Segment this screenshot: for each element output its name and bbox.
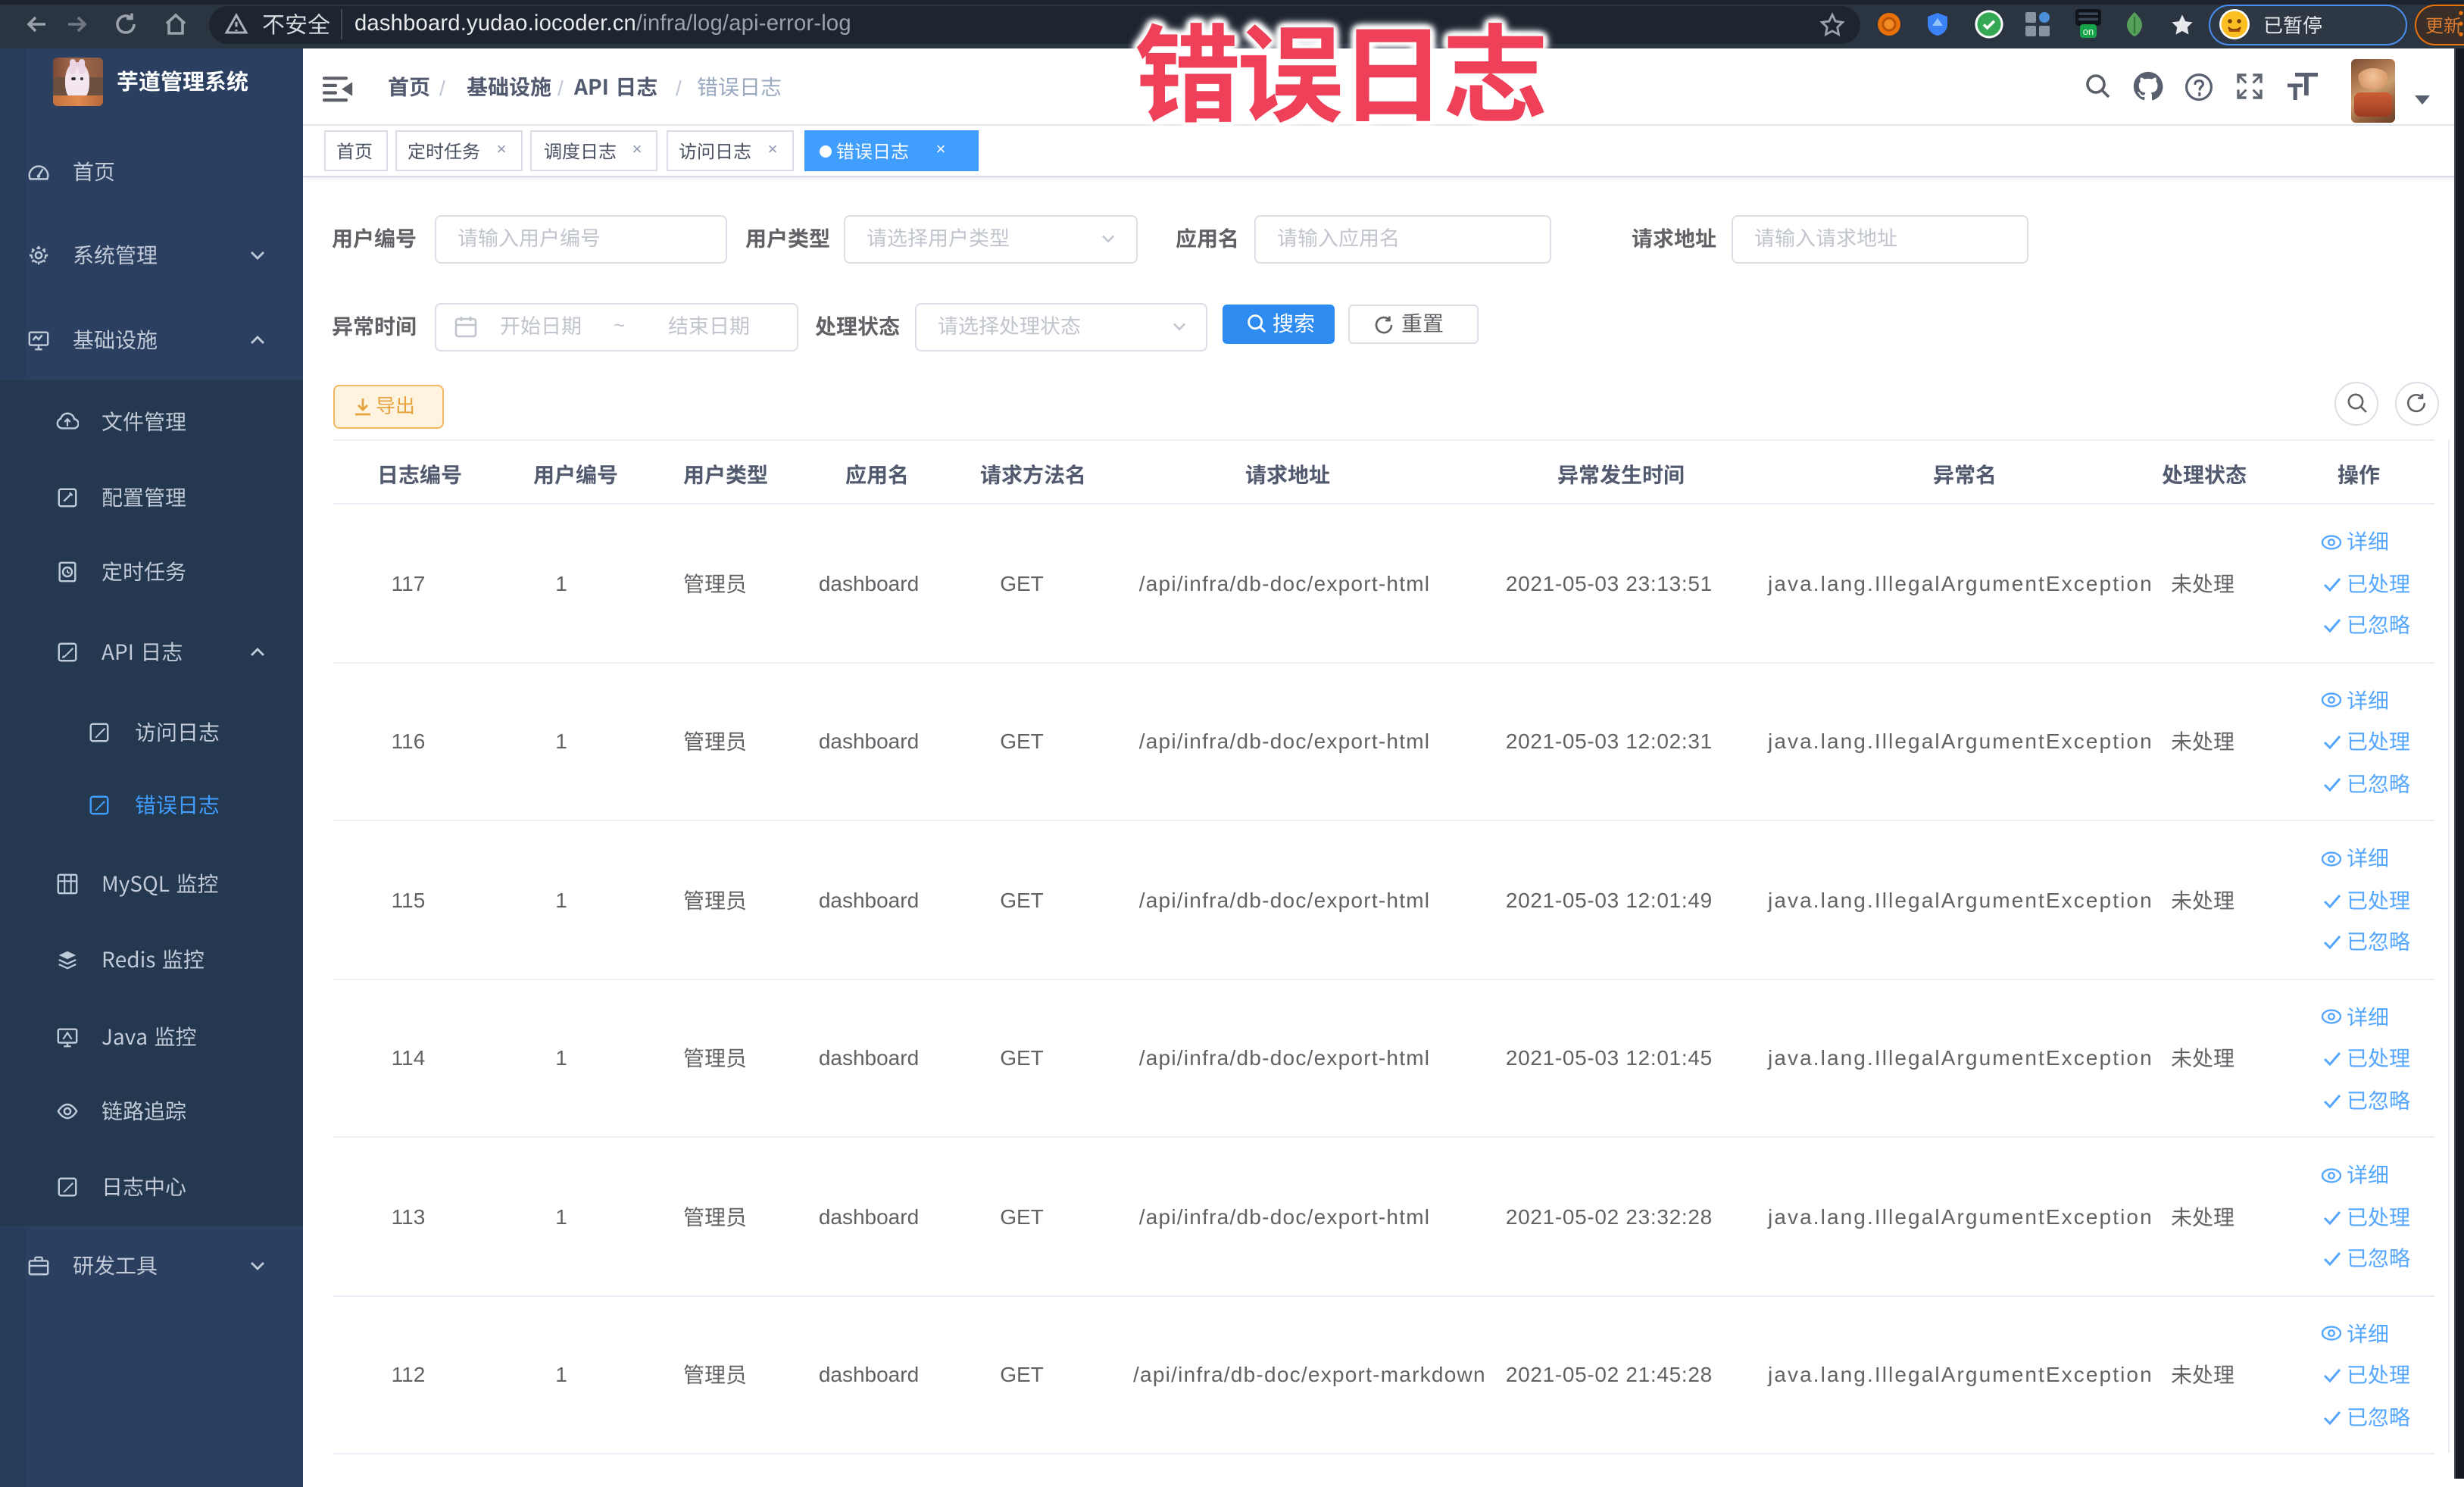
svg-text:on: on	[2083, 26, 2094, 37]
